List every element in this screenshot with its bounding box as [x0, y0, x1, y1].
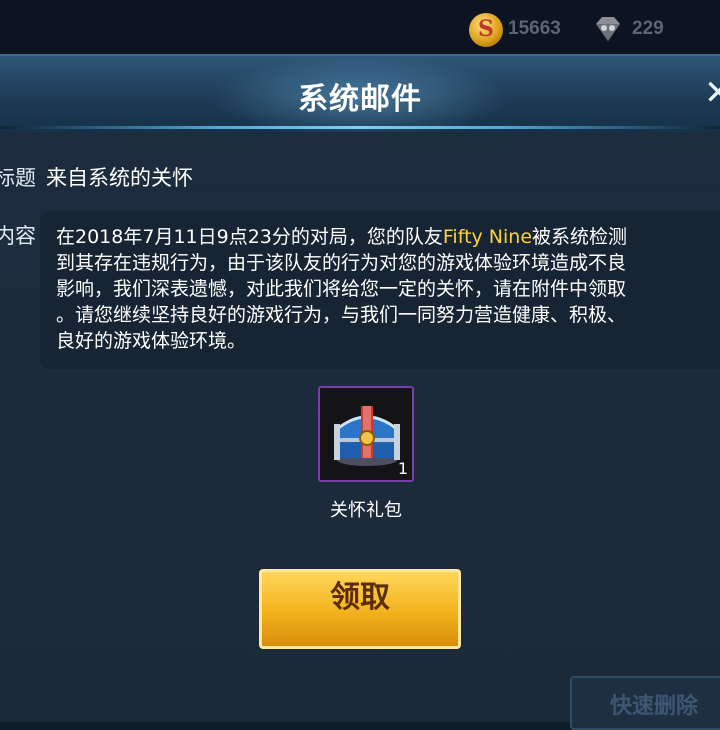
diamond-icon — [596, 17, 620, 41]
mail-content: 在2018年7月11日9点23分的对局，您的队友Fifty Nine被系统检测 … — [56, 224, 720, 354]
header-divider — [0, 126, 720, 129]
player-name: Fifty Nine — [442, 226, 533, 248]
dialog-title: 系统邮件 — [298, 82, 422, 117]
attachment-name: 关怀礼包 — [330, 500, 402, 521]
subject-value: 来自系统的关怀 — [46, 166, 193, 190]
content-label: 内容 — [0, 224, 36, 248]
subject-label: 标题 — [0, 166, 36, 190]
close-icon[interactable]: ✕ — [704, 75, 720, 111]
content-line-1: 在2018年7月11日9点23分的对局，您的队友Fifty Nine被系统检测 — [56, 226, 628, 248]
quick-delete-label: 快速删除 — [610, 694, 699, 719]
content-line-3: 影响，我们深表遗憾，对此我们将给您一定的关怀，请在附件中领取 — [56, 278, 627, 300]
content-line-2: 到其存在违规行为，由于该队友的行为对您的游戏体验环境造成不良 — [56, 252, 627, 274]
gold-amount: 15663 — [508, 18, 561, 39]
content-line-4: 。请您继续坚持良好的游戏行为，与我们一同努力营造健康、积极、 — [56, 304, 627, 326]
claim-button[interactable]: 领取 — [259, 569, 461, 649]
attachment-item[interactable]: 1 — [318, 386, 414, 482]
diamond-amount: 229 — [632, 18, 664, 39]
content-line-5: 良好的游戏体验环境。 — [56, 330, 247, 352]
item-count: 1 — [397, 459, 408, 478]
claim-button-label: 领取 — [330, 580, 390, 615]
gold-coin-icon: S — [469, 13, 503, 47]
quick-delete-button: 快速删除 — [570, 676, 720, 730]
treasure-chest-icon — [334, 406, 400, 466]
currency-bar: S 15663 229 — [0, 0, 720, 62]
